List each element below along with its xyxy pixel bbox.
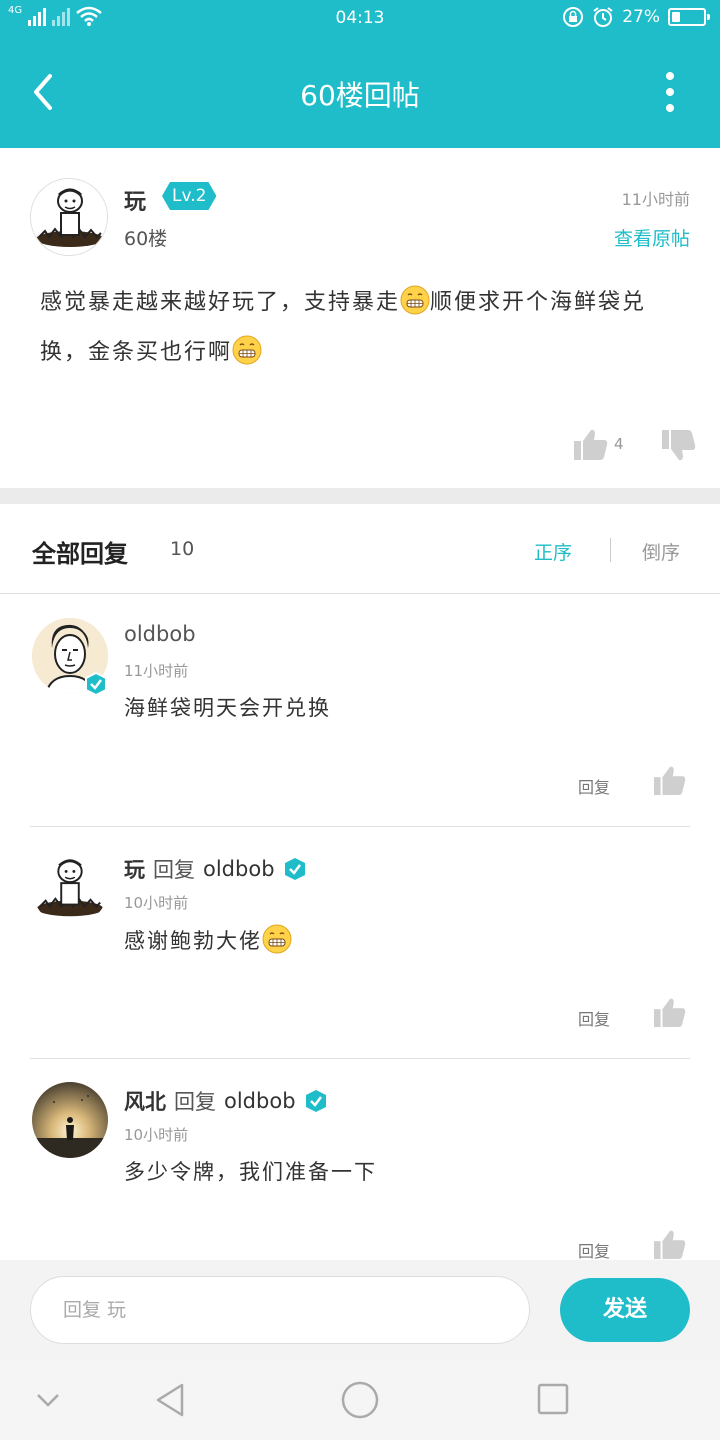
reply-button[interactable]: 回复 xyxy=(578,1006,610,1030)
like-button[interactable] xyxy=(654,996,686,1032)
battery-icon xyxy=(668,8,710,26)
status-bar: 4G 04:13 27% xyxy=(0,0,720,36)
view-original-link[interactable]: 查看原帖 xyxy=(614,224,690,251)
avatar[interactable] xyxy=(32,1082,108,1158)
avatar[interactable] xyxy=(32,850,108,926)
post-username[interactable]: 玩 xyxy=(124,184,146,216)
chevron-down-icon[interactable] xyxy=(34,1390,62,1410)
reply-item: oldbob 11小时前 海鲜袋明天会开兑换 回复 xyxy=(0,596,720,828)
reply-timestamp: 10小时前 xyxy=(124,1126,189,1144)
reply-author-name[interactable]: oldbob xyxy=(124,622,196,646)
thumbs-up-icon xyxy=(574,429,608,460)
original-post: 玩 Lv.2 60楼 11小时前 查看原帖 感觉暴走越来越好玩了，支持暴走 顺便求… xyxy=(0,148,720,488)
thumbs-up-icon xyxy=(654,998,686,1028)
reply-separator xyxy=(30,826,690,827)
reply-to-label: 回复 xyxy=(174,1090,216,1114)
like-count: 4 xyxy=(614,435,624,453)
reply-text-part: 感谢鲍勃大佬 xyxy=(124,929,262,953)
more-dot-icon xyxy=(666,72,674,80)
grinning-emoji-icon xyxy=(232,335,262,365)
system-nav-bar xyxy=(0,1360,720,1440)
page-title: 60楼回帖 xyxy=(300,79,420,112)
avatar[interactable] xyxy=(30,178,108,256)
reply-author-name[interactable]: 玩 xyxy=(124,854,145,884)
reply-text: 感谢鲍勃大佬 xyxy=(124,924,292,957)
like-button[interactable]: 4 xyxy=(574,428,624,460)
nav-bar: 60楼回帖 xyxy=(0,36,720,148)
level-badge: Lv.2 xyxy=(162,182,216,210)
back-triangle-icon[interactable] xyxy=(152,1382,188,1418)
more-options-button[interactable] xyxy=(658,72,682,112)
reply-input[interactable]: 回复 玩 xyxy=(30,1276,530,1344)
top-bar: 4G 04:13 27% 60楼回帖 xyxy=(0,0,720,148)
dislike-button[interactable] xyxy=(662,430,696,466)
reply-item: 玩 回复 oldbob 10小时前 感谢鲍勃大佬 回复 xyxy=(0,828,720,1060)
post-timestamp: 11小时前 xyxy=(621,190,690,209)
replies-header: 全部回复 10 正序 倒序 xyxy=(0,504,720,594)
post-content: 感觉暴走越来越好玩了，支持暴走 顺便求开个海鲜袋兑换，金条买也行啊 xyxy=(40,278,680,378)
post-text-part: 感觉暴走越来越好玩了，支持暴走 xyxy=(40,290,401,315)
verified-badge-icon xyxy=(85,672,107,696)
reply-to-label: 回复 xyxy=(153,858,195,882)
rotation-lock-icon xyxy=(563,7,584,27)
reply-target-name[interactable]: oldbob xyxy=(203,857,275,881)
floor-number: 60楼 xyxy=(124,228,168,250)
thumbs-up-icon xyxy=(654,1230,686,1260)
thumbs-up-icon xyxy=(654,766,686,796)
reply-timestamp: 10小时前 xyxy=(124,894,189,912)
verified-badge-icon xyxy=(305,1090,326,1112)
home-circle-icon[interactable] xyxy=(340,1380,380,1420)
reply-author-name[interactable]: 风北 xyxy=(124,1086,166,1116)
sort-descending-tab[interactable]: 倒序 xyxy=(642,538,680,565)
reply-target-name[interactable]: oldbob xyxy=(224,1089,296,1113)
reply-item: 风北 回复 oldbob 10小时前 多少令牌，我们准备一下 回复 xyxy=(0,1060,720,1260)
verified-badge-icon xyxy=(284,858,305,880)
grinning-emoji-icon xyxy=(400,285,430,315)
battery-percent: 27% xyxy=(622,7,660,27)
reply-separator xyxy=(30,1058,690,1059)
reply-button[interactable]: 回复 xyxy=(578,1238,610,1260)
thumbs-down-icon xyxy=(662,430,696,461)
send-button[interactable]: 发送 xyxy=(560,1278,690,1342)
grinning-emoji-icon xyxy=(262,924,292,954)
like-button[interactable] xyxy=(654,764,686,800)
reply-input-bar: 回复 玩 发送 xyxy=(0,1260,720,1360)
reply-author-line: oldbob xyxy=(124,622,196,646)
section-divider xyxy=(0,488,720,504)
replies-count: 10 xyxy=(170,538,195,560)
like-button[interactable] xyxy=(654,1228,686,1260)
reply-button[interactable]: 回复 xyxy=(578,774,610,798)
reply-author-line: 风北 回复 oldbob xyxy=(124,1086,328,1116)
sort-divider xyxy=(610,538,611,562)
recent-apps-icon[interactable] xyxy=(536,1382,570,1416)
alarm-icon xyxy=(593,7,613,27)
sort-ascending-tab[interactable]: 正序 xyxy=(534,538,572,565)
reply-text: 海鲜袋明天会开兑换 xyxy=(124,696,331,720)
reply-text: 多少令牌，我们准备一下 xyxy=(124,1160,377,1184)
replies-title: 全部回复 xyxy=(32,540,128,568)
reply-timestamp: 11小时前 xyxy=(124,662,189,680)
reply-author-line: 玩 回复 oldbob xyxy=(124,854,307,884)
